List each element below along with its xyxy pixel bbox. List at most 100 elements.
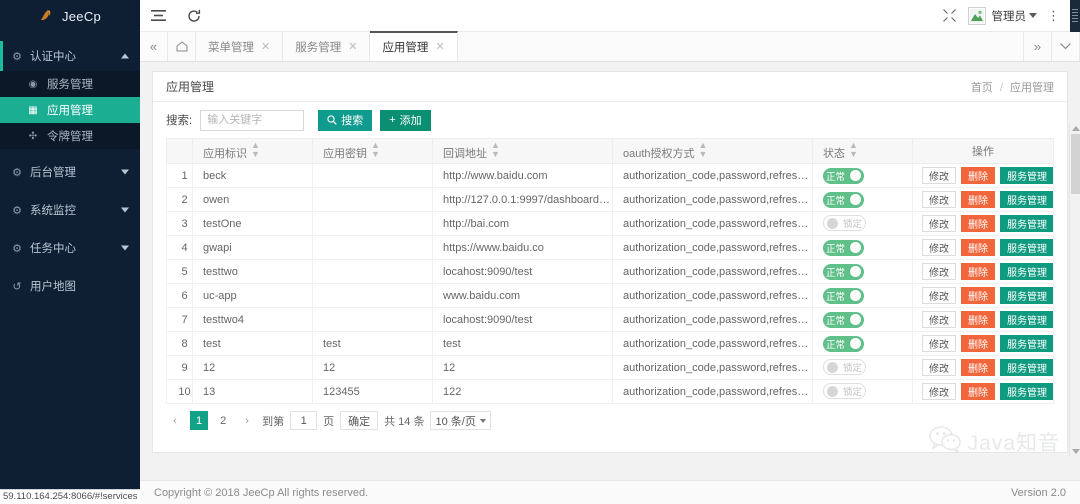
status-toggle-on[interactable]: 正常 (823, 263, 865, 280)
pagination-page-unit: 页 (323, 415, 335, 428)
sort-icon[interactable]: ▲ ▼ (699, 141, 708, 159)
service-manage-button[interactable]: 服务管理 (1000, 359, 1053, 376)
brand-logo[interactable]: JeeCp (0, 0, 140, 32)
edit-button[interactable]: 修改 (922, 215, 956, 232)
status-toggle-off[interactable]: 锁定 (823, 383, 867, 400)
sort-icon[interactable]: ▲ ▼ (491, 141, 500, 159)
cell-oauth: authorization_code,password,refresh_to..… (612, 259, 813, 284)
status-toggle-on[interactable]: 正常 (823, 239, 865, 256)
col-oauth[interactable]: oauth授权方式 ▲ ▼ (612, 138, 813, 164)
service-manage-button[interactable]: 服务管理 (1000, 239, 1053, 256)
status-toggle-off[interactable]: 锁定 (823, 359, 867, 376)
col-secret[interactable]: 应用密钥 ▲ ▼ (312, 138, 433, 164)
close-icon[interactable]: ✕ (348, 40, 357, 53)
tab-app-manage[interactable]: 应用管理 ✕ (370, 31, 458, 61)
sidebar-group-task-center[interactable]: ⚙ 任务中心 (0, 233, 140, 263)
delete-button[interactable]: 删除 (961, 383, 995, 400)
sidebar-item-user-map[interactable]: ↺ 用户地图 (0, 271, 140, 301)
status-toggle-on[interactable]: 正常 (823, 335, 865, 352)
edit-button[interactable]: 修改 (922, 239, 956, 256)
search-input[interactable] (200, 109, 305, 131)
edit-button[interactable]: 修改 (922, 167, 956, 184)
edit-button[interactable]: 修改 (922, 263, 956, 280)
search-button[interactable]: 搜索 (318, 109, 373, 131)
delete-button[interactable]: 删除 (961, 215, 995, 232)
col-callback[interactable]: 回调地址 ▲ ▼ (432, 138, 613, 164)
scroll-up-icon[interactable] (1072, 126, 1080, 131)
pagination-page-size-select[interactable]: 10 条/页 (430, 411, 491, 430)
delete-button[interactable]: 删除 (961, 287, 995, 304)
pagination-goto-input[interactable] (290, 411, 318, 430)
pagination-page-2[interactable]: 2 (214, 411, 232, 430)
cell-status: 锁定 (812, 355, 913, 380)
delete-button[interactable]: 删除 (961, 191, 995, 208)
pagination-page-1[interactable]: 1 (190, 411, 209, 430)
delete-button[interactable]: 删除 (961, 167, 995, 184)
service-manage-button[interactable]: 服务管理 (1000, 311, 1053, 328)
fullscreen-button[interactable] (932, 0, 968, 32)
tab-service-manage[interactable]: 服务管理 ✕ (283, 32, 371, 61)
close-icon[interactable]: ✕ (435, 40, 444, 53)
col-status[interactable]: 状态 ▲ ▼ (812, 138, 913, 164)
service-manage-button[interactable]: 服务管理 (1000, 263, 1053, 280)
sidebar-group-backend-manage[interactable]: ⚙ 后台管理 (0, 157, 140, 187)
tabs-dropdown-button[interactable] (1052, 32, 1080, 61)
status-toggle-on[interactable]: 正常 (823, 311, 865, 328)
pagination-next[interactable]: › (238, 411, 257, 430)
more-vertical-icon[interactable]: ⋮ (1047, 8, 1060, 24)
edit-button[interactable]: 修改 (922, 287, 956, 304)
tabs-collapse-button[interactable]: « (140, 32, 168, 61)
add-button[interactable]: + 添加 (380, 109, 431, 131)
service-manage-button[interactable]: 服务管理 (1000, 191, 1053, 208)
refresh-button[interactable] (176, 0, 212, 32)
service-manage-button[interactable]: 服务管理 (1000, 215, 1053, 232)
delete-button[interactable]: 删除 (961, 359, 995, 376)
sidebar-item-service-manage[interactable]: ◉ 服务管理 (0, 71, 140, 97)
edit-button[interactable]: 修改 (922, 311, 956, 328)
tab-menu-manage[interactable]: 菜单管理 ✕ (196, 32, 284, 61)
sort-icon[interactable]: ▲ ▼ (371, 141, 380, 159)
sidebar-item-token-manage[interactable]: ✣ 令牌管理 (0, 123, 140, 149)
status-toggle-on[interactable]: 正常 (823, 287, 865, 304)
tab-label: 菜单管理 (208, 41, 254, 54)
pagination-prev[interactable]: ‹ (166, 411, 184, 430)
sidebar-item-app-manage[interactable]: ▦ 应用管理 (0, 97, 140, 123)
chevron-down-icon[interactable] (1029, 13, 1037, 18)
delete-button[interactable]: 删除 (961, 263, 995, 280)
scrollbar-thumb[interactable] (1071, 134, 1080, 194)
service-manage-button[interactable]: 服务管理 (1000, 383, 1053, 400)
delete-button[interactable]: 删除 (961, 311, 995, 328)
scroll-down-icon[interactable] (1072, 449, 1080, 454)
service-manage-button[interactable]: 服务管理 (1000, 335, 1053, 352)
status-toggle-on[interactable]: 正常 (823, 167, 865, 184)
table-body: 1 beck http://www.baidu.com authorization_c… (166, 163, 1054, 404)
service-manage-button[interactable]: 服务管理 (1000, 167, 1053, 184)
breadcrumb-home[interactable]: 首页 (971, 82, 993, 94)
content-scrollbar[interactable] (1069, 124, 1080, 456)
avatar[interactable] (967, 6, 986, 25)
status-toggle-on[interactable]: 正常 (823, 191, 865, 208)
status-toggle-off[interactable]: 锁定 (823, 215, 867, 232)
edit-button[interactable]: 修改 (922, 383, 956, 400)
service-manage-button[interactable]: 服务管理 (1000, 287, 1053, 304)
sort-icon[interactable]: ▲ ▼ (849, 141, 858, 159)
close-icon[interactable]: ✕ (261, 40, 270, 53)
sort-icon[interactable]: ▲ ▼ (251, 141, 260, 159)
edit-button[interactable]: 修改 (922, 191, 956, 208)
cell-appid: testtwo4 (192, 307, 313, 332)
delete-button[interactable]: 删除 (961, 239, 995, 256)
edit-button[interactable]: 修改 (922, 359, 956, 376)
menu-toggle-button[interactable] (140, 0, 176, 32)
breadcrumb-separator: / (999, 81, 1003, 94)
tab-home-button[interactable] (168, 32, 196, 61)
sidebar-group-system-monitor[interactable]: ⚙ 系统监控 (0, 195, 140, 225)
col-appid[interactable]: 应用标识 ▲ ▼ (192, 138, 313, 164)
table-row: 1 beck http://www.baidu.com authorization_c… (166, 163, 1054, 188)
edit-button[interactable]: 修改 (922, 335, 956, 352)
pagination-confirm-button[interactable]: 确定 (340, 411, 379, 430)
cell-operations: 修改 删除 服务管理 (912, 355, 1054, 380)
sidebar-menu: ⚙ 认证中心 ◉ 服务管理 ▦ 应用管理 ✣ 令牌管理 ⚙ 后台管理 ⚙ 系统监… (0, 32, 140, 301)
delete-button[interactable]: 删除 (961, 335, 995, 352)
tabs-next-button[interactable]: » (1024, 32, 1052, 61)
sidebar-group-auth-center[interactable]: ⚙ 认证中心 (0, 41, 140, 71)
